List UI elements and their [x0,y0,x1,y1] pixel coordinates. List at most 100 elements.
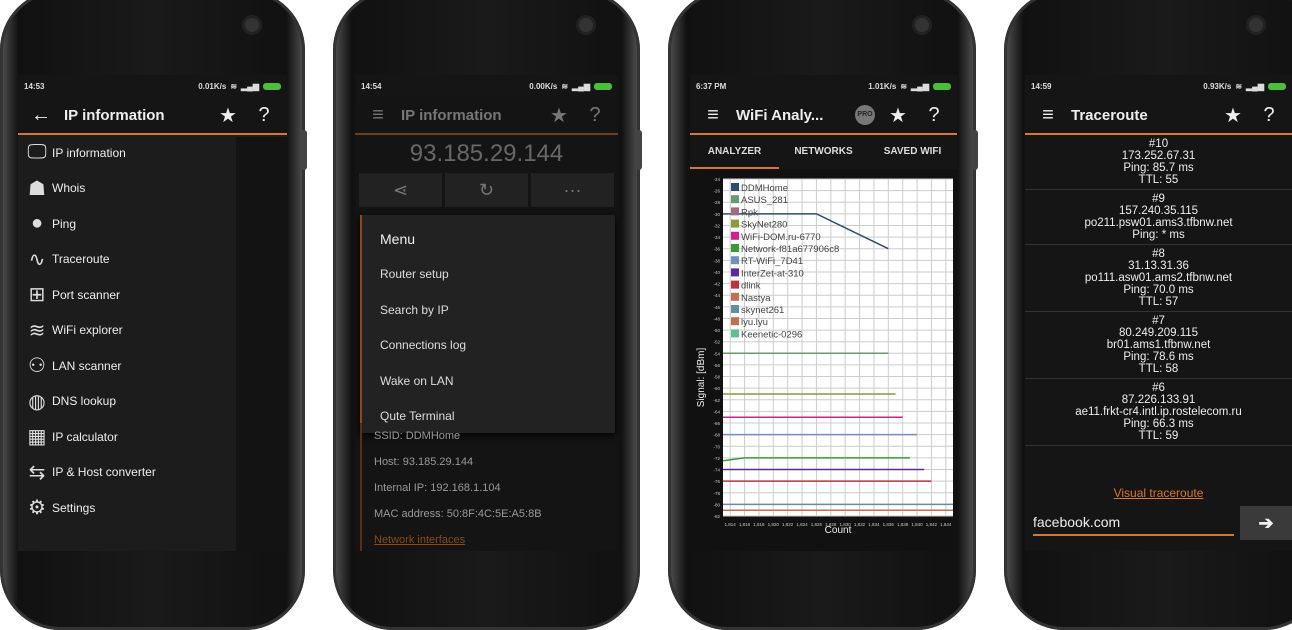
page-title: IP information [401,106,502,124]
x-tick-label: 1,838 [897,522,909,527]
nav-item[interactable]: ◍ DNS lookup [18,384,236,420]
host-input[interactable]: facebook.com [1033,510,1234,536]
nav-item-label: Port scanner [52,287,121,302]
hop-line: Ping: * ms [1132,229,1185,241]
legend-swatch [731,256,739,265]
star-icon[interactable]: ★ [215,103,241,128]
menu-item[interactable]: Search by IP [362,293,615,329]
cell-signal-icon: ▂▄▆ [241,81,259,91]
y-tick-label: -56 [713,363,720,368]
tab[interactable]: NETWORKS [779,135,868,169]
lan-icon: ⚇ [28,355,46,378]
wifi-icon: ≋ [900,81,908,91]
nav-item[interactable]: ∿ Traceroute [18,242,236,278]
more-button[interactable]: ··· [531,173,614,207]
hop-line: 87.226.133.91 [1121,394,1196,406]
legend-label: SkyNet280 [741,220,787,231]
net-speed: 0.00K/s [529,81,558,91]
menu-icon[interactable]: ≡ [700,104,726,127]
y-tick-label: -80 [713,502,720,507]
hop-item: #7 80.249.209.115 br01.ams1.tfbnw.net Ping:… [1025,312,1292,379]
hop-list[interactable]: #10 173.252.67.31 Ping: 85.7 ms TTL: 55 #9 15… [1025,135,1292,472]
page-title: WiFi Analy... [736,106,824,124]
hop-number: #6 [1152,382,1165,394]
legend-label: WiFi-DOM.ru-6770 [741,232,821,243]
hop-item: #6 87.226.133.91 ae11.frkt-cr4.intl.ip.ros… [1025,379,1292,446]
y-tick-label: -34 [713,235,720,240]
go-button[interactable]: ➔ [1240,506,1292,540]
nav-item[interactable]: ⊞ Port scanner [18,277,236,313]
visual-traceroute-link[interactable]: Visual traceroute [1114,486,1204,500]
legend-label: dlink [741,281,761,292]
y-tick-label: -50 [713,328,720,333]
nav-item[interactable]: ≋ WiFi explorer [18,313,236,349]
menu-item[interactable]: Router setup [362,257,615,293]
nav-item[interactable]: ● Ping [18,206,236,242]
legend-label: Rpk [741,207,758,218]
network-interfaces-link[interactable]: Network interfaces [362,527,618,551]
legend-swatch [731,244,739,252]
menu-icon[interactable]: ≡ [365,104,391,127]
help-icon[interactable]: ? [921,104,947,127]
ping-pong-icon: ● [30,212,44,235]
y-tick-label: -76 [713,479,720,484]
x-tick-label: 1,814 [725,522,737,527]
time: 14:54 [361,81,382,91]
pro-badge-icon[interactable]: PRO [855,105,875,125]
wifi-icon: ≋ [28,319,46,342]
menu-icon[interactable]: ≡ [1035,104,1061,127]
y-tick-label: -70 [713,444,720,449]
x-tick-label: 1,832 [854,522,866,527]
tab[interactable]: ANALYZER [690,135,779,169]
star-icon[interactable]: ★ [546,103,572,128]
y-tick-label: -44 [713,293,720,298]
legend-swatch [731,231,739,240]
y-tick-label: -54 [713,351,720,356]
nav-item[interactable]: ⚙ Settings [18,490,236,526]
hop-item: #10 173.252.67.31 Ping: 85.7 ms TTL: 55 [1025,135,1292,190]
hop-line: Ping: 78.6 ms [1123,351,1194,363]
star-icon[interactable]: ★ [885,103,911,128]
menu-item[interactable]: Wake on LAN [362,364,615,400]
hop-number: #9 [1152,193,1165,205]
y-tick-label: -64 [713,409,720,414]
status-bar: 14:54 0.00K/s ≋ ▂▄▆ [355,75,618,97]
y-tick-label: -60 [713,386,720,391]
nav-item[interactable]: ⇆ IP & Host converter [18,455,236,491]
x-tick-label: 1,844 [940,522,952,527]
y-tick-label: -38 [713,258,720,263]
net-speed: 0.93K/s [1203,81,1232,91]
net-speed: 0.01K/s [198,81,227,91]
y-tick-label: -78 [713,491,720,496]
y-tick-label: -40 [713,270,720,275]
legend-swatch [731,183,739,191]
star-icon[interactable]: ★ [1220,103,1246,128]
nav-item[interactable]: 🖵 IP information [18,135,236,171]
y-tick-label: -24 [713,177,720,182]
status-bar: 14:59 0.93K/s ≋ ▂▄▆ [1025,75,1292,97]
hop-line: Ping: 85.7 ms [1123,162,1194,174]
monitor-icon: 🖵 [27,141,47,164]
help-icon[interactable]: ? [251,104,277,127]
hop-line: 80.249.209.115 [1118,327,1199,339]
back-arrow-icon[interactable]: ← [28,104,54,127]
menu-item[interactable]: Connections log [362,328,615,364]
y-tick-label: -36 [713,247,720,252]
share-button[interactable]: ⋖ [359,173,442,207]
info-list: SSID: DDMHome Host: 93.185.29.144 Internal… [360,423,618,551]
help-icon[interactable]: ? [1256,104,1282,127]
nav-item[interactable]: ☗ Whois [18,171,236,207]
legend-label: DDMHome [741,183,788,194]
nav-item[interactable]: ▦ IP calculator [18,419,236,455]
calculator-icon: ▦ [27,426,47,449]
nav-item-label: Ping [52,216,77,231]
nav-item[interactable]: ⚇ LAN scanner [18,348,236,384]
tab[interactable]: SAVED WIFI [868,135,957,169]
status-bar: 6:37 PM 1.01K/s ≋ ▂▄▆ [690,75,957,97]
refresh-button[interactable]: ↻ [445,173,528,207]
time: 14:53 [24,81,45,91]
hop-line: br01.ams1.tfbnw.net [1106,339,1211,351]
ip-address: 93.185.29.144 [409,140,564,167]
help-icon[interactable]: ? [582,104,608,127]
info-row: Internal IP: 192.168.1.104 [374,482,501,494]
